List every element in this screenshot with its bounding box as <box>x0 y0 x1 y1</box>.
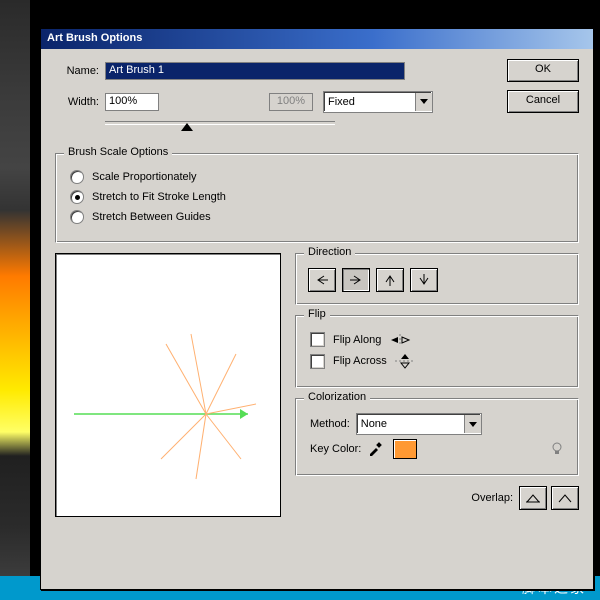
direction-legend: Direction <box>304 246 355 258</box>
method-select[interactable]: None <box>356 413 482 435</box>
overlap-none-button[interactable] <box>519 486 547 510</box>
method-label: Method: <box>310 418 350 430</box>
flip-along-checkbox[interactable]: Flip Along <box>310 332 564 347</box>
cancel-button[interactable]: Cancel <box>507 90 579 113</box>
eyedropper-icon[interactable] <box>367 441 383 457</box>
chevron-down-icon <box>415 93 432 111</box>
width-mode-select[interactable]: Fixed <box>323 91 433 113</box>
name-input[interactable]: Art Brush 1 <box>105 62 405 80</box>
flip-across-checkbox[interactable]: Flip Across <box>310 353 564 369</box>
flip-fieldset: Flip Flip Along Flip Across <box>295 315 579 388</box>
name-label: Name: <box>55 65 99 77</box>
tips-bulb-icon[interactable] <box>550 442 564 456</box>
slider-handle-icon[interactable] <box>181 123 193 131</box>
art-brush-options-dialog: Art Brush Options Name: Art Brush 1 OK W… <box>40 28 594 590</box>
ok-button[interactable]: OK <box>507 59 579 82</box>
dialog-titlebar[interactable]: Art Brush Options <box>41 29 593 49</box>
key-color-swatch[interactable] <box>393 439 417 459</box>
width-slider[interactable] <box>105 121 335 135</box>
width-input[interactable]: 100% <box>105 93 159 111</box>
key-color-label: Key Color: <box>310 443 361 455</box>
brush-scale-legend: Brush Scale Options <box>64 146 172 158</box>
direction-left-button[interactable] <box>308 268 336 292</box>
direction-down-button[interactable] <box>410 268 438 292</box>
chevron-down-icon <box>464 415 481 433</box>
flip-along-icon <box>389 334 411 346</box>
width-readonly: 100% <box>269 93 313 111</box>
background-strip <box>0 0 30 600</box>
brush-scale-fieldset: Brush Scale Options Scale Proportionatel… <box>55 153 579 243</box>
radio-stretch-fit[interactable]: Stretch to Fit Stroke Length <box>70 190 564 204</box>
radio-scale-proportionately[interactable]: Scale Proportionately <box>70 170 564 184</box>
colorization-legend: Colorization <box>304 391 370 403</box>
direction-fieldset: Direction <box>295 253 579 305</box>
direction-up-button[interactable] <box>376 268 404 292</box>
overlap-join-button[interactable] <box>551 486 579 510</box>
direction-right-button[interactable] <box>342 268 370 292</box>
radio-stretch-guides[interactable]: Stretch Between Guides <box>70 210 564 224</box>
overlap-label: Overlap: <box>471 492 513 504</box>
colorization-fieldset: Colorization Method: None Key Color: <box>295 398 579 476</box>
brush-preview <box>55 253 281 517</box>
flip-legend: Flip <box>304 308 330 320</box>
width-label: Width: <box>55 96 99 108</box>
flip-across-icon <box>395 353 415 369</box>
